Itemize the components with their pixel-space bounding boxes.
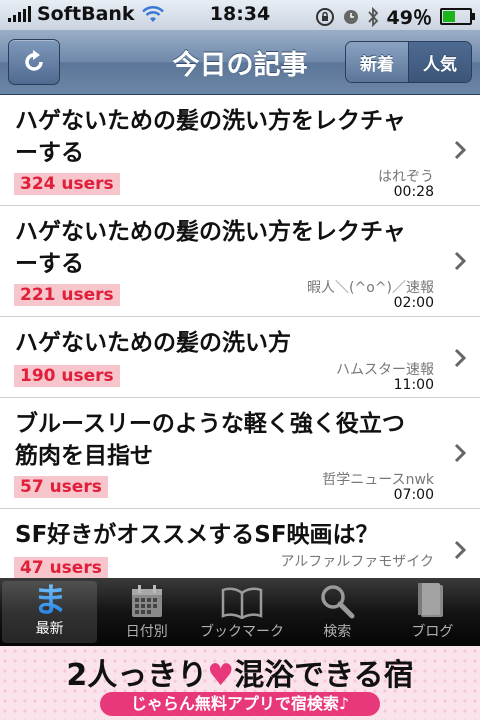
- heart-icon: ♥: [207, 658, 235, 693]
- page-title: 今日の記事: [172, 49, 308, 81]
- tab-latest[interactable]: ま 最新: [2, 581, 98, 643]
- article-row[interactable]: SF好きがオススメするSF映画は？ 47 users アルファルファモザイク: [0, 509, 480, 578]
- article-time: 00:28: [393, 184, 434, 200]
- ad-headline-part1: 2人っきり: [66, 658, 208, 693]
- tab-label: ブログ: [411, 624, 454, 640]
- users-badge: 324 users: [14, 173, 120, 195]
- alarm-clock-icon: [343, 9, 358, 24]
- bluetooth-icon: [367, 6, 378, 27]
- status-right: 49％: [315, 3, 475, 30]
- article-title: ハゲないための髪の洗い方をレクチャーする: [15, 219, 406, 277]
- ad-headline-part2: 混浴できる宿: [234, 658, 414, 693]
- ad-banner[interactable]: 2人っきり♥混浴できる宿 じゃらん無料アプリで宿検索♪: [0, 646, 480, 720]
- article-time: 07:00: [393, 487, 434, 503]
- refresh-icon: [25, 50, 43, 71]
- rotation-lock-icon: [315, 7, 334, 26]
- battery-percent: 49％: [386, 7, 432, 29]
- tab-blogs[interactable]: ブログ: [385, 578, 480, 646]
- tab-search[interactable]: 検索: [290, 578, 385, 646]
- tab-label: 日付別: [125, 624, 168, 640]
- users-badge: 221 users: [14, 284, 120, 306]
- article-title: SF好きがオススメするSF映画は？: [15, 522, 379, 548]
- segment-new[interactable]: 新着: [346, 42, 408, 82]
- article-row[interactable]: ハゲないための髪の洗い方をレクチャーする 324 users はれぞう 00:2…: [0, 95, 480, 206]
- ma-icon: ま: [33, 581, 66, 616]
- tab-bookmarks[interactable]: ブックマーク: [194, 578, 289, 646]
- tab-label: 最新: [35, 621, 64, 637]
- tab-label: ブックマーク: [200, 624, 284, 640]
- article-list: ハゲないための髪の洗い方をレクチャーする 324 users はれぞう 00:2…: [0, 95, 480, 578]
- article-source: ハムスター速報: [336, 362, 434, 378]
- segment-popular[interactable]: 人気: [408, 42, 471, 82]
- status-bar: SoftBank 18:34 49％: [0, 0, 480, 30]
- navigation-bar: 今日の記事 新着 人気: [0, 30, 480, 95]
- svg-text:ま: ま: [33, 581, 66, 616]
- tab-by-date[interactable]: 日付別: [99, 578, 194, 646]
- article-source: アルファルファモザイク: [280, 554, 434, 570]
- ad-subline: じゃらん無料アプリで宿検索♪: [100, 692, 380, 716]
- article-title: ブルースリーのような軽く強く役立つ筋肉を目指せ: [15, 411, 405, 469]
- article-row[interactable]: ハゲないための髪の洗い方 190 users ハムスター速報 11:00: [0, 317, 480, 398]
- article-time: 02:00: [393, 295, 434, 311]
- books-icon: [418, 583, 444, 617]
- ad-headline: 2人っきり♥混浴できる宿: [0, 650, 480, 694]
- article-time: 11:00: [393, 377, 434, 393]
- article-source: はれぞう: [378, 169, 434, 185]
- chevron-right-icon: [454, 348, 466, 368]
- article-title: ハゲないための髪の洗い方をレクチャーする: [15, 108, 406, 166]
- tab-label: 検索: [323, 624, 352, 640]
- search-icon: [321, 585, 355, 619]
- battery-level: [443, 11, 455, 22]
- article-row[interactable]: ハゲないための髪の洗い方をレクチャーする 221 users 暇人＼(^o^)／…: [0, 206, 480, 317]
- chevron-right-icon: [454, 251, 466, 271]
- chevron-right-icon: [454, 140, 466, 160]
- article-source: 哲学ニュースnwk: [322, 472, 434, 488]
- article-title: ハゲないための髪の洗い方: [15, 330, 291, 356]
- users-badge: 190 users: [14, 365, 120, 387]
- battery-icon: [440, 8, 475, 25]
- book-icon: [221, 587, 263, 619]
- article-source: 暇人＼(^o^)／速報: [307, 280, 434, 296]
- calendar-icon: [131, 585, 162, 617]
- refresh-button[interactable]: [8, 39, 60, 85]
- chevron-right-icon: [454, 443, 466, 463]
- chevron-right-icon: [454, 540, 466, 560]
- users-badge: 47 users: [14, 557, 108, 578]
- article-row[interactable]: ブルースリーのような軽く強く役立つ筋肉を目指せ 57 users 哲学ニュースn…: [0, 398, 480, 509]
- users-badge: 57 users: [14, 476, 108, 498]
- sort-segmented-control: 新着 人気: [345, 41, 472, 83]
- tab-bar: ま 最新 日付別 ブックマーク 検索 ブログ: [0, 578, 480, 646]
